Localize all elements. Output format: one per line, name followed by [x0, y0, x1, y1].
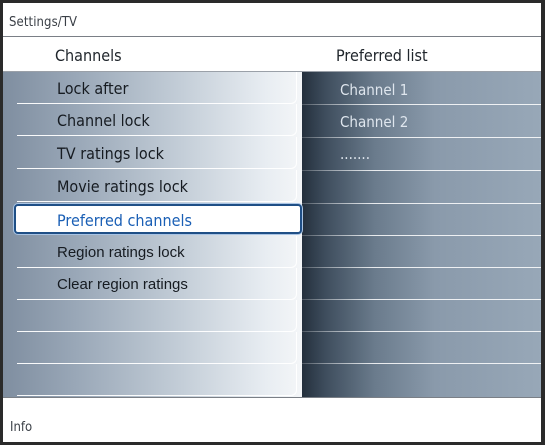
- menu-item-region-ratings-lock[interactable]: Region ratings lock: [17, 236, 297, 268]
- menu-item-label: Lock after: [57, 79, 129, 98]
- preferred-list-item[interactable]: Channel 1: [340, 81, 408, 99]
- column-headers: Channels Preferred list: [3, 37, 541, 72]
- info-label: Info: [10, 420, 33, 435]
- menu-item-empty[interactable]: [17, 332, 297, 364]
- preferred-list-item[interactable]: .......: [340, 145, 370, 163]
- menu-item-label: Preferred channels: [57, 211, 192, 230]
- list-divider: [302, 203, 541, 204]
- menu-item-label: Clear region ratings: [57, 276, 188, 293]
- menu-item-lock-after[interactable]: Lock after: [17, 72, 297, 104]
- info-bar: Info: [3, 397, 541, 442]
- breadcrumb-bar: Settings/TV: [3, 3, 541, 37]
- menu-item-preferred-channels[interactable]: Preferred channels: [14, 204, 302, 234]
- list-divider: [302, 363, 541, 364]
- menu-item-label: TV ratings lock: [57, 144, 164, 163]
- list-divider: [302, 235, 541, 236]
- menu-item-channel-lock[interactable]: Channel lock: [17, 104, 297, 136]
- list-divider: [302, 299, 541, 300]
- list-divider: [302, 331, 541, 332]
- menu-item-tv-ratings-lock[interactable]: TV ratings lock: [17, 137, 297, 169]
- menu-item-empty[interactable]: [17, 364, 297, 396]
- list-divider: [302, 170, 541, 171]
- preferred-list-title: Preferred list: [336, 46, 428, 65]
- list-divider: [302, 104, 541, 105]
- breadcrumb: Settings/TV: [9, 15, 78, 30]
- menu-item-label: Channel lock: [57, 111, 150, 130]
- menu-item-movie-ratings-lock[interactable]: Movie ratings lock: [17, 170, 297, 202]
- tv-settings-window: Settings/TV Channels Preferred list Lock…: [0, 0, 545, 445]
- preferred-list-item[interactable]: Channel 2: [340, 113, 408, 131]
- menu-item-label: Region ratings lock: [57, 244, 185, 261]
- list-divider: [302, 267, 541, 268]
- menu-item-clear-region-ratings[interactable]: Clear region ratings: [17, 268, 297, 300]
- channels-menu-title: Channels: [55, 46, 122, 65]
- menu-item-label: Movie ratings lock: [57, 177, 188, 196]
- menu-item-empty[interactable]: [17, 300, 297, 332]
- list-divider: [302, 137, 541, 138]
